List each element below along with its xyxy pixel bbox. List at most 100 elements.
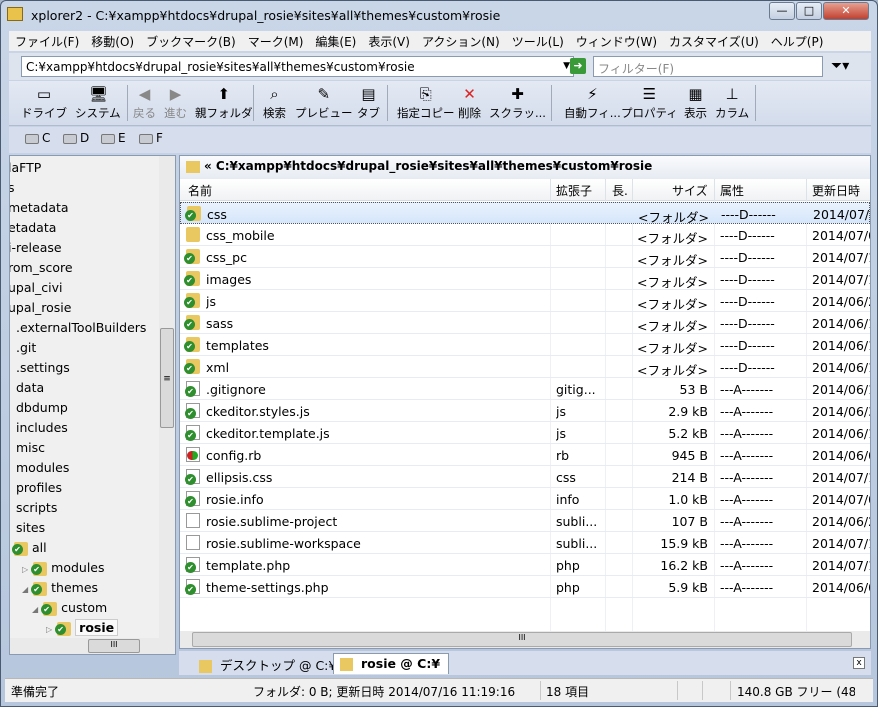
expander-icon[interactable]: ◢ [22, 585, 28, 594]
tree-item[interactable]: profiles [16, 478, 62, 498]
file-row[interactable]: rosie.info info 1.0 kB ---A------- 2014/07/0 [180, 488, 870, 510]
file-row[interactable]: sass <フォルダ> ----D------ 2014/06/1 [180, 312, 870, 334]
menu-item[interactable]: 表示(V) [362, 31, 416, 51]
toolbar-button[interactable]: ✕ 削除 [458, 83, 481, 121]
column-length[interactable]: 長. [612, 182, 628, 199]
close-button[interactable]: ✕ [823, 2, 869, 20]
tree-item[interactable]: laFTP [10, 158, 41, 178]
filter-funnel-icon[interactable]: ⏷▾ [831, 58, 849, 74]
tree-item[interactable]: .settings [16, 358, 70, 378]
column-size[interactable]: サイズ [672, 182, 708, 199]
tree-item[interactable]: s [10, 178, 15, 198]
menu-item[interactable]: ウィンドウ(W) [570, 31, 663, 51]
file-row[interactable]: css_pc <フォルダ> ----D------ 2014/07/1 [180, 246, 870, 268]
tree-item[interactable]: rom_score [10, 258, 73, 278]
tree-item[interactable]: modules [16, 458, 69, 478]
tree-item[interactable]: dbdump [16, 398, 68, 418]
tree-item[interactable]: includes [16, 418, 68, 438]
tree-item[interactable]: data [16, 378, 44, 398]
drive-F[interactable]: F [139, 131, 163, 145]
column-name[interactable]: 名前 [188, 182, 212, 199]
file-row[interactable]: rosie.sublime-project subli... 107 B ---A--… [180, 510, 870, 532]
tree-item[interactable]: upal_rosie [10, 298, 71, 318]
tree-item[interactable]: ◢ themes [22, 578, 98, 598]
tree-item[interactable]: ▷ rosie [46, 618, 119, 638]
tree-item[interactable]: misc [16, 438, 45, 458]
file-row[interactable]: ellipsis.css css 214 B ---A------- 2014/07/1 [180, 466, 870, 488]
file-row[interactable]: .gitignore gitig... 53 B ---A------- 2014/06… [180, 378, 870, 400]
toolbar-button[interactable]: ▦ 表示 [684, 83, 707, 121]
file-row[interactable]: config.rb rb 945 B ---A------- 2014/06/0 [180, 444, 870, 466]
expander-icon[interactable]: ▷ [22, 565, 28, 574]
tree-item[interactable]: .externalToolBuilders [16, 318, 146, 338]
tree-item[interactable]: sites [16, 518, 45, 538]
menu-item[interactable]: ファイル(F) [9, 31, 85, 51]
file-row[interactable]: ckeditor.styles.js js 2.9 kB ---A------- 201… [180, 400, 870, 422]
toolbar-button[interactable]: ✚ スクラッ... [489, 83, 546, 121]
drive-E[interactable]: E [101, 131, 126, 145]
menu-item[interactable]: カスタマイズ(U) [663, 31, 765, 51]
column-ext[interactable]: 拡張子 [556, 182, 592, 199]
file-row[interactable]: rosie.sublime-workspace subli... 15.9 kB --… [180, 532, 870, 554]
drive-D[interactable]: D [63, 131, 89, 145]
drive-C[interactable]: C [25, 131, 50, 145]
expander-icon[interactable]: ◢ [32, 605, 38, 614]
tree-item[interactable]: i-release [10, 238, 62, 258]
toolbar-button[interactable]: ⎘ 指定コピー [397, 83, 455, 121]
file-row[interactable]: css_mobile <フォルダ> ----D------ 2014/07/0 [180, 224, 870, 246]
column-attributes[interactable]: 属性 [720, 182, 744, 199]
scroll-thumb[interactable]: III [88, 639, 140, 653]
file-row[interactable]: js <フォルダ> ----D------ 2014/06/2 [180, 290, 870, 312]
list-horizontal-scrollbar[interactable]: III [180, 631, 870, 648]
file-row[interactable]: images <フォルダ> ----D------ 2014/07/1 [180, 268, 870, 290]
tab-desktop[interactable]: デスクトップ @ C:¥ [193, 653, 342, 674]
scroll-thumb[interactable]: III [192, 632, 852, 647]
menu-item[interactable]: 編集(E) [309, 31, 362, 51]
toolbar-button[interactable]: ⬆ 親フォルダ [195, 83, 253, 121]
tree-item[interactable]: etadata [10, 218, 56, 238]
tree-horizontal-scrollbar[interactable]: III [10, 638, 175, 654]
menu-item[interactable]: ヘルプ(P) [765, 31, 830, 51]
menu-item[interactable]: ブックマーク(B) [140, 31, 242, 51]
filter-input[interactable]: フィルター(F) [593, 56, 823, 77]
address-input[interactable]: C:¥xampp¥htdocs¥drupal_rosie¥sites¥all¥t… [21, 56, 574, 77]
menu-item[interactable]: マーク(M) [242, 31, 310, 51]
toolbar-button[interactable]: ✎ プレビュー [295, 83, 353, 121]
toolbar-button[interactable]: ▭ ドライブ [21, 83, 67, 121]
file-row[interactable]: xml <フォルダ> ----D------ 2014/06/1 [180, 356, 870, 378]
toolbar-button[interactable]: ⚡ 自動フィ... [564, 83, 621, 121]
column-modified[interactable]: 更新日時 [812, 182, 860, 199]
maximize-button[interactable]: □ [796, 2, 822, 20]
toolbar-button[interactable]: 🖥 システム [75, 83, 121, 121]
tab-rosie[interactable]: rosie @ C:¥ [333, 653, 449, 674]
file-row[interactable]: template.php php 16.2 kB ---A------- 2014/07… [180, 554, 870, 576]
minimize-button[interactable]: — [769, 2, 795, 20]
tree-item[interactable]: upal_civi [10, 278, 62, 298]
file-row[interactable]: ckeditor.template.js js 5.2 kB ---A------- 2… [180, 422, 870, 444]
tree-item[interactable]: scripts [16, 498, 57, 518]
file-row[interactable]: css<フォルダ>----D------2014/07/1 [180, 202, 870, 225]
scroll-thumb[interactable]: ≡ [160, 328, 174, 428]
toolbar-button[interactable]: ▤ タブ [357, 83, 380, 121]
expander-icon[interactable]: ▷ [46, 625, 52, 634]
menu-item[interactable]: 移動(O) [85, 31, 140, 51]
menu-item[interactable]: ツール(L) [506, 31, 570, 51]
tree-item[interactable]: metadata [10, 198, 69, 218]
tree-item[interactable]: .git [16, 338, 36, 358]
menu-item[interactable]: アクション(N) [416, 31, 506, 51]
tree-item[interactable]: all [12, 538, 47, 558]
chevron-down-icon[interactable]: ▼ [563, 61, 570, 71]
tree-item[interactable]: ▷ modules [22, 558, 105, 578]
toolbar-button[interactable]: ⌕ 検索 [263, 83, 286, 121]
file-row[interactable]: theme-settings.php php 5.9 kB ---A------- 20… [180, 576, 870, 598]
toolbar-button[interactable]: ⊥ カラム [715, 83, 749, 121]
file-row[interactable]: templates <フォルダ> ----D------ 2014/06/1 [180, 334, 870, 356]
toolbar-button[interactable]: ◀ 戻る [133, 83, 156, 121]
toolbar-button[interactable]: ☰ プロパティ [621, 83, 678, 121]
close-tab-button[interactable]: x [853, 657, 865, 669]
tree-item[interactable]: ◢ custom [32, 598, 107, 618]
tree-vertical-scrollbar[interactable]: ≡ [159, 156, 175, 640]
toolbar-button[interactable]: ▶ 進む [164, 83, 187, 121]
path-bar[interactable]: « C:¥xampp¥htdocs¥drupal_rosie¥sites¥all… [180, 156, 870, 179]
go-arrow-icon[interactable]: ➜ [570, 58, 586, 74]
